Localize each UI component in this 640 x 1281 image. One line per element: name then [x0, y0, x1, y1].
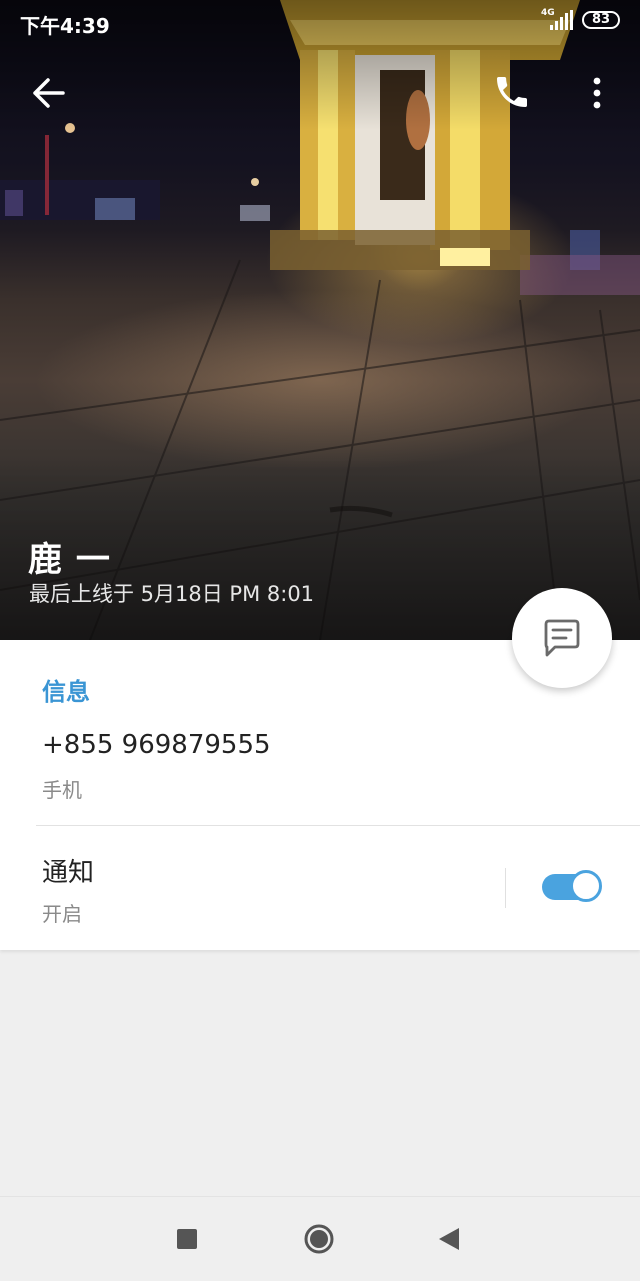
notifications-label[interactable]: 通知 — [42, 852, 94, 889]
notifications-state: 开启 — [42, 902, 82, 926]
status-time: 下午4:39 — [20, 14, 110, 38]
square-icon[interactable] — [177, 1229, 197, 1249]
phone-icon[interactable] — [492, 72, 532, 112]
last-seen-status: 最后上线于 5月18日 PM 8:01 — [29, 582, 315, 606]
phone-number[interactable]: +855 969879555 — [42, 730, 271, 760]
divider — [36, 825, 640, 826]
battery-level: 83 — [591, 12, 611, 27]
message-icon — [544, 619, 580, 657]
info-section-title: 信息 — [42, 678, 90, 706]
status-bar: 下午4:39 4G 83 — [0, 0, 640, 44]
home-circle-icon[interactable] — [304, 1224, 334, 1254]
arrow-left-icon[interactable] — [30, 76, 66, 110]
toggle-knob — [570, 870, 602, 902]
phone-label: 手机 — [42, 778, 82, 802]
vertical-separator — [505, 868, 506, 908]
notifications-toggle[interactable] — [542, 870, 602, 902]
signal-icon — [550, 10, 573, 30]
info-card: 信息 +855 969879555 手机 通知 开启 — [0, 640, 640, 950]
profile-name: 鹿 一 — [28, 540, 111, 580]
send-message-button[interactable] — [512, 588, 612, 688]
system-nav-bar — [0, 1196, 640, 1281]
triangle-back-icon[interactable] — [437, 1226, 461, 1252]
battery-icon: 83 — [582, 11, 620, 29]
more-vertical-icon[interactable] — [584, 74, 610, 112]
